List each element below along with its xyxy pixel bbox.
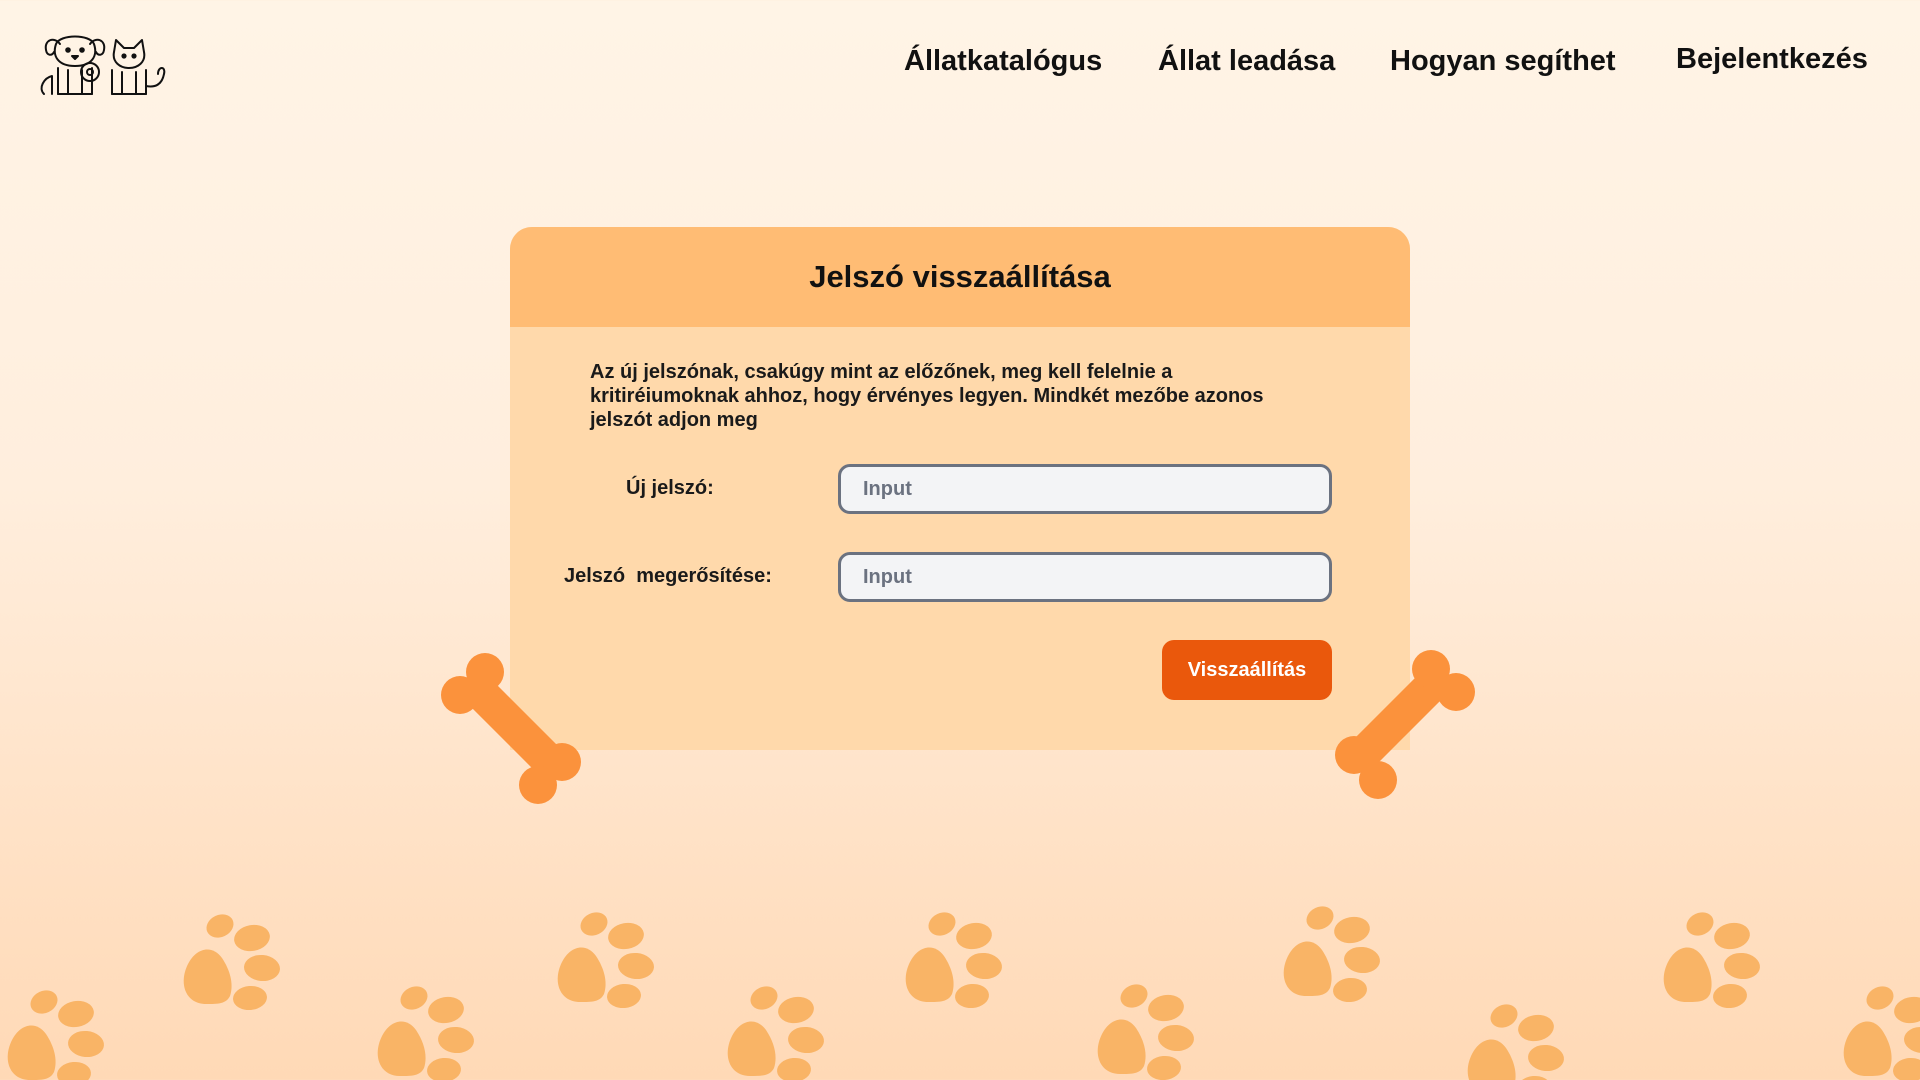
card-header: Jelszó visszaállítása	[510, 227, 1410, 327]
reset-button[interactable]: Visszaállítás	[1162, 640, 1332, 700]
new-password-input[interactable]	[838, 464, 1332, 514]
bone-icon	[438, 650, 598, 810]
confirm-password-label: Jelszó megerősítése:	[564, 565, 772, 587]
page-title: Jelszó visszaállítása	[809, 259, 1111, 294]
paw-print-icon	[1843, 982, 1920, 1080]
paw-print-decoration	[0, 880, 1920, 1080]
paw-print-icon	[1283, 902, 1382, 1004]
paw-print-icon	[905, 908, 1004, 1010]
paw-print-icon	[183, 910, 282, 1012]
password-reset-card: Jelszó visszaállítása Az új jelszónak, c…	[510, 227, 1410, 750]
bone-icon	[1318, 647, 1478, 807]
confirm-password-input[interactable]	[838, 552, 1332, 602]
paw-print-icon	[727, 982, 826, 1080]
paw-print-icon	[377, 982, 476, 1080]
new-password-label: Új jelszó:	[626, 477, 714, 499]
nav-link-login[interactable]: Bejelentkezés	[1676, 43, 1868, 76]
paw-print-icon	[557, 908, 656, 1010]
paw-print-icon	[1467, 1000, 1566, 1080]
paw-print-icon	[1097, 980, 1196, 1080]
nav-link-surrender-animal[interactable]: Állat leadása	[1158, 45, 1335, 78]
password-requirements-text: Az új jelszónak, csakúgy mint az előzőne…	[590, 361, 1264, 431]
nav-link-animal-catalog[interactable]: Állatkatalógus	[904, 45, 1102, 78]
main-nav: Állatkatalógus Állat leadása Hogyan segí…	[0, 43, 1920, 85]
paw-print-icon	[7, 986, 106, 1080]
paw-print-icon	[1663, 908, 1762, 1010]
nav-link-how-to-help[interactable]: Hogyan segíthet	[1390, 45, 1616, 78]
